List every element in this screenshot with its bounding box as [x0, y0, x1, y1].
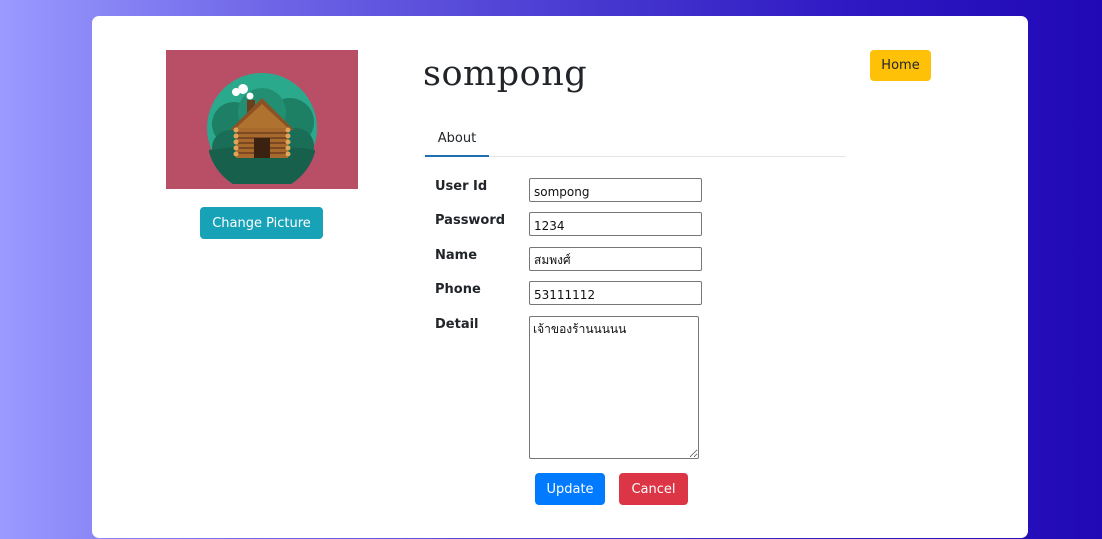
name-field[interactable]: [529, 247, 702, 271]
page-title: sompong: [423, 54, 588, 94]
update-button[interactable]: Update: [535, 473, 605, 505]
change-picture-button[interactable]: Change Picture: [200, 207, 323, 239]
tab-label: About: [437, 131, 477, 146]
profile-picture: [166, 50, 358, 189]
cancel-button[interactable]: Cancel: [619, 473, 688, 505]
user-id-field[interactable]: [529, 178, 702, 202]
password-label: Password: [435, 213, 506, 228]
user-id-label: User Id: [435, 179, 488, 194]
name-label: Name: [435, 248, 478, 263]
phone-field[interactable]: [529, 281, 702, 305]
phone-label: Phone: [435, 282, 481, 297]
tab-about[interactable]: About: [425, 128, 489, 157]
profile-card: Change Picture sompong Home About User I…: [92, 16, 1028, 538]
password-field[interactable]: [529, 212, 702, 236]
detail-textarea[interactable]: เจ้าของร้านนนนน: [529, 316, 699, 459]
log-cabin-icon: [207, 73, 317, 184]
home-button[interactable]: Home: [870, 50, 931, 81]
detail-label: Detail: [435, 317, 479, 332]
